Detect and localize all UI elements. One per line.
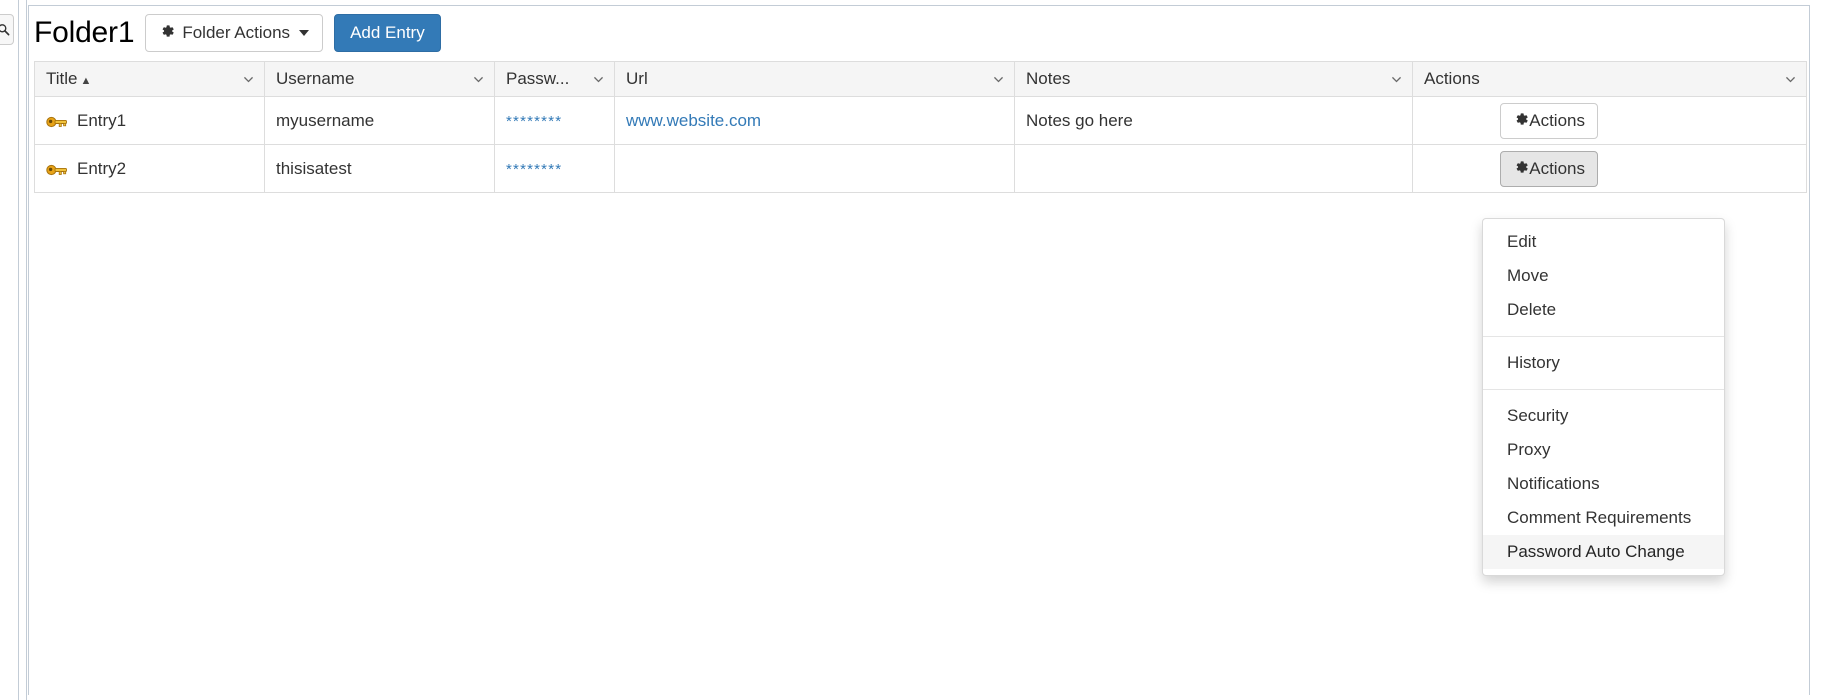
- entry-title: Entry1: [77, 110, 127, 130]
- rail-gap: [20, 0, 27, 700]
- column-header-title[interactable]: Title ▲: [34, 61, 265, 97]
- table-row[interactable]: Entry1 myusername ******** www.website.c…: [34, 96, 1807, 145]
- row-actions-button[interactable]: Actions: [1500, 150, 1598, 187]
- page-title: Folder1: [34, 16, 135, 49]
- key-icon: [46, 114, 68, 128]
- cell-password: ********: [494, 96, 615, 145]
- chevron-down-icon[interactable]: [992, 73, 1005, 86]
- row-actions-button[interactable]: Actions: [1500, 102, 1598, 139]
- menu-separator: [1483, 389, 1724, 390]
- add-entry-button[interactable]: Add Entry: [334, 14, 441, 52]
- column-label: Url: [626, 69, 648, 88]
- cell-title: Entry1: [34, 96, 265, 145]
- cell-actions: Actions: [1412, 144, 1807, 193]
- cell-password: ********: [494, 144, 615, 193]
- cell-notes: [1014, 144, 1413, 193]
- column-label: Notes: [1026, 69, 1071, 88]
- column-label: Username: [276, 69, 355, 88]
- add-entry-label: Add Entry: [350, 23, 425, 42]
- menu-item-edit[interactable]: Edit: [1483, 225, 1724, 259]
- chevron-down-icon[interactable]: [242, 73, 255, 86]
- folder-toolbar: Folder1 Folder Actions Add Entry: [34, 14, 441, 52]
- column-label: Passw...: [506, 69, 570, 88]
- entries-table-wrapper: Title ▲ Username Passw... Url Notes Acti…: [34, 61, 1807, 193]
- sort-ascending-icon: ▲: [80, 75, 92, 87]
- column-header-notes[interactable]: Notes: [1014, 61, 1413, 97]
- column-header-password[interactable]: Passw...: [494, 61, 615, 97]
- menu-item-delete[interactable]: Delete: [1483, 293, 1724, 327]
- chevron-down-icon: [299, 30, 310, 36]
- cell-username: thisisatest: [264, 144, 495, 193]
- menu-item-proxy[interactable]: Proxy: [1483, 433, 1724, 467]
- search-button[interactable]: [0, 14, 14, 45]
- cell-url: [614, 144, 1015, 193]
- folder-actions-button[interactable]: Folder Actions: [145, 14, 324, 52]
- entry-title: Entry2: [77, 158, 127, 178]
- table-header-row: Title ▲ Username Passw... Url Notes Acti…: [34, 61, 1807, 97]
- column-header-url[interactable]: Url: [614, 61, 1015, 97]
- gear-icon: [1513, 159, 1529, 179]
- menu-item-comment-requirements[interactable]: Comment Requirements: [1483, 501, 1724, 535]
- row-actions-label: Actions: [1529, 158, 1585, 178]
- menu-separator: [1483, 336, 1724, 337]
- menu-item-history[interactable]: History: [1483, 346, 1724, 380]
- gear-icon: [159, 23, 175, 43]
- chevron-down-icon[interactable]: [1390, 73, 1403, 86]
- column-label: Actions: [1424, 69, 1480, 88]
- password-mask: ********: [506, 160, 563, 178]
- entries-table: Title ▲ Username Passw... Url Notes Acti…: [34, 61, 1807, 193]
- key-icon: [46, 162, 68, 176]
- column-header-username[interactable]: Username: [264, 61, 495, 97]
- menu-item-password-auto-change[interactable]: Password Auto Change: [1483, 535, 1724, 569]
- cell-actions: Actions: [1412, 96, 1807, 145]
- column-label: Title: [46, 69, 78, 88]
- table-row[interactable]: Entry2 thisisatest ******** Actions: [34, 144, 1807, 193]
- url-link[interactable]: www.website.com: [626, 111, 761, 130]
- menu-item-security[interactable]: Security: [1483, 399, 1724, 433]
- cell-username: myusername: [264, 96, 495, 145]
- row-actions-label: Actions: [1529, 110, 1585, 130]
- password-mask: ********: [506, 112, 563, 130]
- cell-url: www.website.com: [614, 96, 1015, 145]
- row-actions-dropdown-menu: Edit Move Delete History Security Proxy …: [1482, 218, 1725, 576]
- column-header-actions[interactable]: Actions: [1412, 61, 1807, 97]
- cell-notes: Notes go here: [1014, 96, 1413, 145]
- folder-actions-label: Folder Actions: [182, 23, 291, 42]
- app-root: Folder1 Folder Actions Add Entry Title ▲…: [0, 0, 1828, 700]
- menu-item-move[interactable]: Move: [1483, 259, 1724, 293]
- chevron-down-icon[interactable]: [592, 73, 605, 86]
- left-rail: [0, 0, 19, 700]
- chevron-down-icon[interactable]: [472, 73, 485, 86]
- menu-item-notifications[interactable]: Notifications: [1483, 467, 1724, 501]
- gear-icon: [1513, 111, 1529, 131]
- search-icon: [0, 23, 10, 36]
- chevron-down-icon[interactable]: [1784, 73, 1797, 86]
- cell-title: Entry2: [34, 144, 265, 193]
